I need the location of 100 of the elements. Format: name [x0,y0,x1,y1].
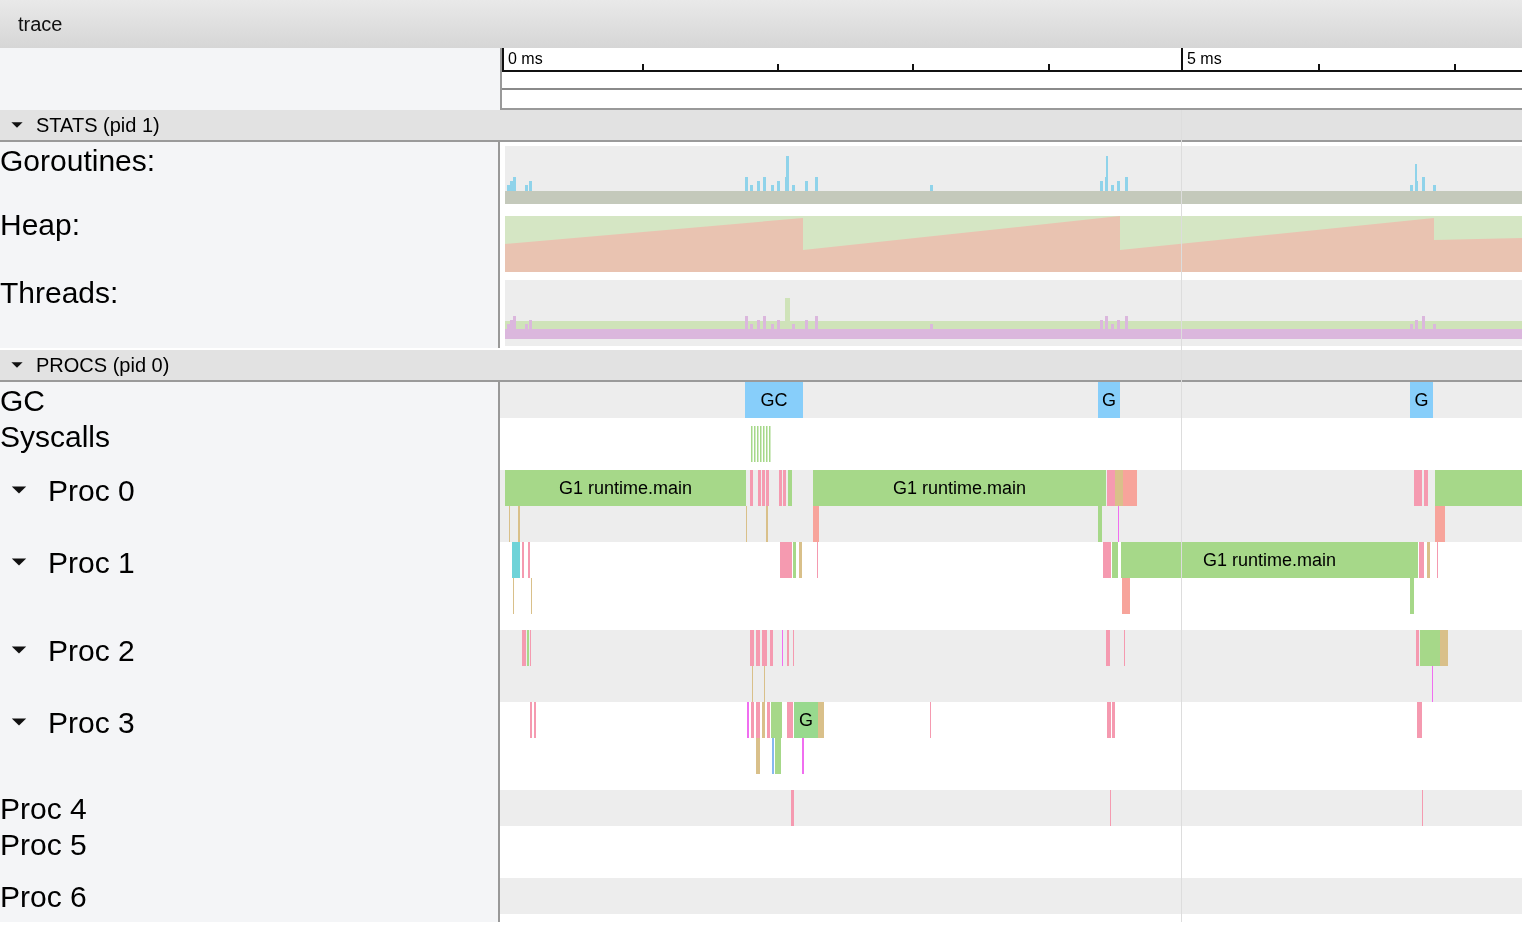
event-mark[interactable] [531,578,532,614]
event-mark[interactable] [762,702,765,738]
event-mark[interactable] [1107,702,1111,738]
event-mark[interactable] [756,738,760,774]
event-mark[interactable] [758,470,761,506]
event-mark[interactable] [787,702,793,738]
event-mark[interactable] [513,578,514,614]
event-mark[interactable] [512,542,520,578]
section-header[interactable]: STATS (pid 1) [0,110,1522,142]
event-slice[interactable]: GC [745,382,803,418]
event-mark[interactable] [522,630,526,666]
event-mark[interactable] [1123,470,1137,506]
event-mark[interactable] [530,702,532,738]
event-mark[interactable] [750,630,754,666]
event-mark[interactable] [782,630,783,666]
count-bar [1415,320,1418,329]
event-mark[interactable] [1110,790,1111,826]
event-mark[interactable] [751,426,753,462]
event-mark[interactable] [1435,506,1445,542]
event-slice[interactable] [1435,470,1522,506]
event-mark[interactable] [1107,470,1115,506]
event-mark[interactable] [1420,630,1440,666]
event-mark[interactable] [756,702,760,738]
event-mark[interactable] [1424,470,1428,506]
event-mark[interactable] [817,542,818,578]
event-mark[interactable] [779,470,782,506]
event-mark[interactable] [1432,666,1433,702]
event-mark[interactable] [534,702,536,738]
event-mark[interactable] [747,702,749,738]
event-mark[interactable] [1103,542,1111,578]
event-mark[interactable] [767,702,770,738]
event-mark[interactable] [1419,542,1424,578]
event-mark[interactable] [754,426,756,462]
event-mark[interactable] [1437,542,1438,578]
event-mark[interactable] [766,506,768,542]
event-slice[interactable]: G [1098,382,1120,418]
event-mark[interactable] [930,702,931,738]
event-mark[interactable] [530,630,531,666]
event-mark[interactable] [766,426,768,462]
event-mark[interactable] [770,630,773,666]
event-mark[interactable] [1427,542,1430,578]
event-mark[interactable] [746,506,747,542]
event-mark[interactable] [1106,630,1110,666]
event-mark[interactable] [522,542,524,578]
event-mark[interactable] [788,470,792,506]
event-slice[interactable]: G1 runtime.main [813,470,1106,506]
count-bar [1100,320,1103,329]
event-mark[interactable] [518,506,520,542]
count-bar [1125,177,1128,191]
event-mark[interactable] [1124,630,1125,666]
track-label: Proc 2 [48,632,135,669]
event-mark[interactable] [1414,470,1422,506]
event-mark[interactable] [791,790,794,826]
section-header[interactable]: PROCS (pid 0) [0,350,1522,382]
track-label: Syscalls [0,420,111,453]
event-mark[interactable] [763,426,765,462]
event-mark[interactable] [771,702,782,738]
event-mark[interactable] [793,542,796,578]
event-mark[interactable] [766,470,769,506]
time-label: 0 ms [502,48,543,70]
event-mark[interactable] [1115,470,1123,506]
event-mark[interactable] [750,470,753,506]
event-slice[interactable]: G [1410,382,1433,418]
event-mark[interactable] [772,738,774,774]
event-mark[interactable] [769,426,771,462]
event-mark[interactable] [762,470,765,506]
event-mark[interactable] [793,630,794,666]
event-mark[interactable] [751,702,754,738]
event-slice[interactable]: G1 runtime.main [505,470,746,506]
event-mark[interactable] [509,506,510,542]
event-mark[interactable] [527,630,529,666]
event-slice[interactable]: G1 runtime.main [1121,542,1418,578]
count-bar [757,320,760,329]
event-mark[interactable] [1112,542,1118,578]
event-mark[interactable] [787,630,789,666]
event-mark[interactable] [528,542,530,578]
event-mark[interactable] [780,542,792,578]
event-mark[interactable] [756,630,760,666]
event-mark[interactable] [783,470,786,506]
event-mark[interactable] [1440,630,1448,666]
event-mark[interactable] [1417,702,1422,738]
event-mark[interactable] [760,426,762,462]
event-mark[interactable] [1410,578,1414,614]
event-mark[interactable] [818,702,824,738]
event-mark[interactable] [799,542,802,578]
event-mark[interactable] [775,738,781,774]
event-mark[interactable] [1416,630,1419,666]
event-mark[interactable] [1122,578,1130,614]
count-bar [1410,185,1413,191]
event-mark[interactable] [1098,506,1102,542]
event-mark[interactable] [762,630,767,666]
event-mark[interactable] [764,666,765,702]
event-mark[interactable] [1118,506,1119,542]
event-mark[interactable] [1422,790,1423,826]
event-mark[interactable] [752,666,753,702]
event-slice[interactable]: G [794,702,818,738]
event-mark[interactable] [757,426,759,462]
event-mark[interactable] [802,738,804,774]
event-mark[interactable] [1112,702,1115,738]
event-mark[interactable] [813,506,819,542]
